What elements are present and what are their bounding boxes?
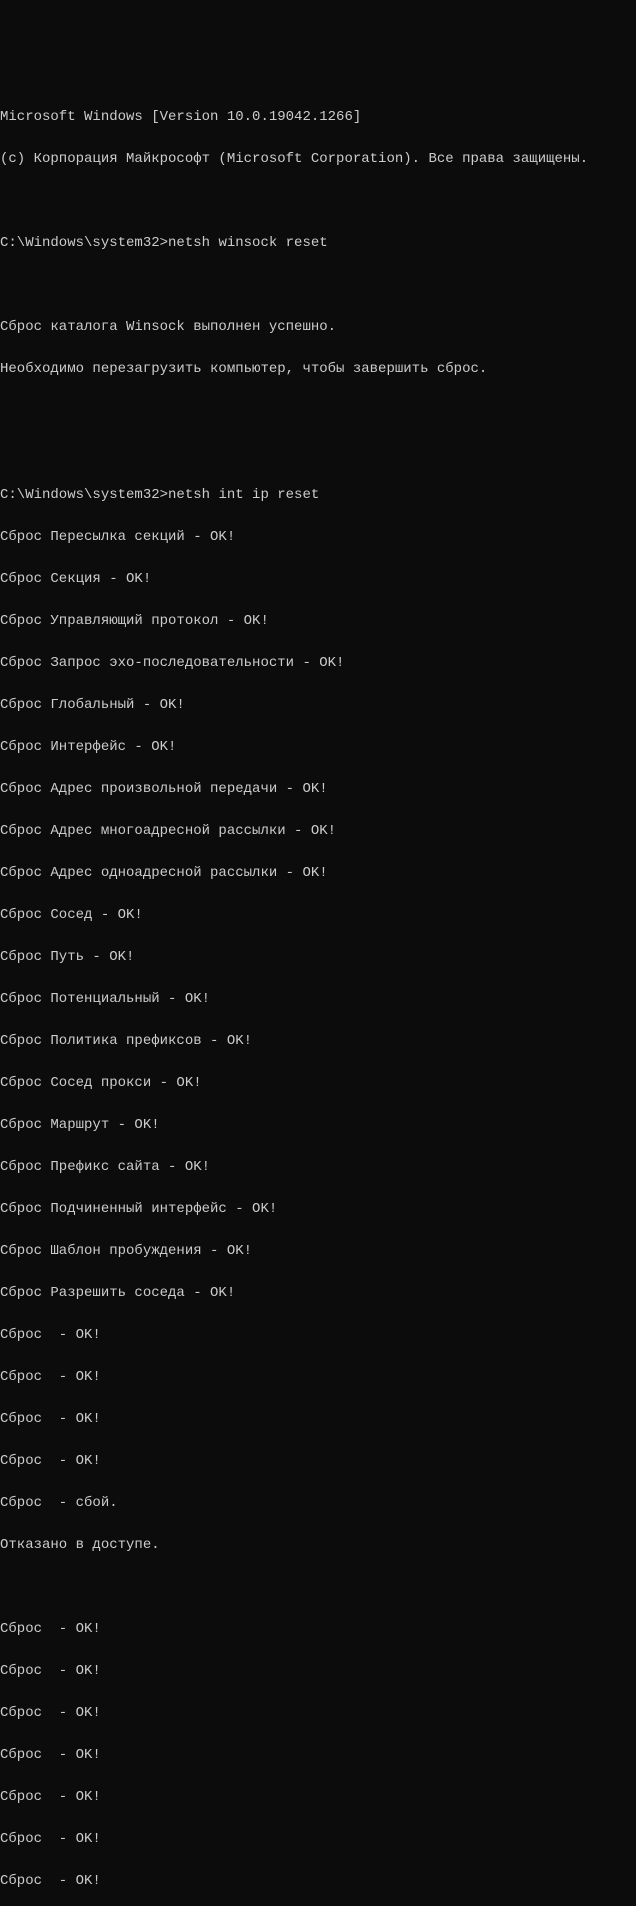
output-line: Сброс Путь - OK! bbox=[0, 947, 636, 968]
output-line: Сброс Интерфейс - OK! bbox=[0, 737, 636, 758]
output-line: Сброс Секция - OK! bbox=[0, 569, 636, 590]
output-line: Сброс каталога Winsock выполнен успешно. bbox=[0, 317, 636, 338]
blank-line bbox=[0, 401, 636, 422]
output-line: Сброс Сосед прокси - OK! bbox=[0, 1073, 636, 1094]
output-line: Сброс Адрес произвольной передачи - OK! bbox=[0, 779, 636, 800]
output-line: Сброс Подчиненный интерфейс - OK! bbox=[0, 1199, 636, 1220]
command-text: netsh int ip reset bbox=[168, 487, 319, 503]
output-line: Сброс - OK! bbox=[0, 1661, 636, 1682]
output-line: Сброс - OK! bbox=[0, 1367, 636, 1388]
terminal-window[interactable]: Microsoft Windows [Version 10.0.19042.12… bbox=[0, 86, 636, 1035]
output-line: Сброс Политика префиксов - OK! bbox=[0, 1031, 636, 1052]
output-line: Сброс - OK! bbox=[0, 1409, 636, 1430]
output-line: Сброс Глобальный - OK! bbox=[0, 695, 636, 716]
header-line: Microsoft Windows [Version 10.0.19042.12… bbox=[0, 107, 636, 128]
output-line: Сброс Префикс сайта - OK! bbox=[0, 1157, 636, 1178]
command-line: C:\Windows\system32>netsh winsock reset bbox=[0, 233, 636, 254]
output-line: Сброс - OK! bbox=[0, 1787, 636, 1808]
copyright-line: (c) Корпорация Майкрософт (Microsoft Cor… bbox=[0, 149, 636, 170]
prompt-text: C:\Windows\system32> bbox=[0, 235, 168, 251]
output-line: Сброс - OK! bbox=[0, 1451, 636, 1472]
blank-line bbox=[0, 275, 636, 296]
output-line: Сброс - OK! bbox=[0, 1745, 636, 1766]
command-text: netsh winsock reset bbox=[168, 235, 328, 251]
output-line: Сброс Пересылка секций - OK! bbox=[0, 527, 636, 548]
output-line: Необходимо перезагрузить компьютер, чтоб… bbox=[0, 359, 636, 380]
output-line: Сброс Потенциальный - OK! bbox=[0, 989, 636, 1010]
output-line: Сброс Адрес многоадресной рассылки - OK! bbox=[0, 821, 636, 842]
command-line: C:\Windows\system32>netsh int ip reset bbox=[0, 485, 636, 506]
output-line: Сброс Сосед - OK! bbox=[0, 905, 636, 926]
output-line: Сброс Запрос эхо-последовательности - OK… bbox=[0, 653, 636, 674]
output-line: Сброс Маршрут - OK! bbox=[0, 1115, 636, 1136]
output-line: Сброс - OK! bbox=[0, 1703, 636, 1724]
output-line: Сброс Адрес одноадресной рассылки - OK! bbox=[0, 863, 636, 884]
blank-line bbox=[0, 191, 636, 212]
output-line: Сброс - OK! bbox=[0, 1871, 636, 1892]
output-line: Сброс Разрешить соседа - OK! bbox=[0, 1283, 636, 1304]
output-line: Сброс - OK! bbox=[0, 1619, 636, 1640]
output-line: Отказано в доступе. bbox=[0, 1535, 636, 1556]
output-line: Сброс - сбой. bbox=[0, 1493, 636, 1514]
output-line: Сброс - OK! bbox=[0, 1829, 636, 1850]
output-line: Сброс - OK! bbox=[0, 1325, 636, 1346]
blank-line bbox=[0, 443, 636, 464]
output-line: Сброс Управляющий протокол - OK! bbox=[0, 611, 636, 632]
blank-line bbox=[0, 1577, 636, 1598]
prompt-text: C:\Windows\system32> bbox=[0, 487, 168, 503]
output-line: Сброс Шаблон пробуждения - OK! bbox=[0, 1241, 636, 1262]
